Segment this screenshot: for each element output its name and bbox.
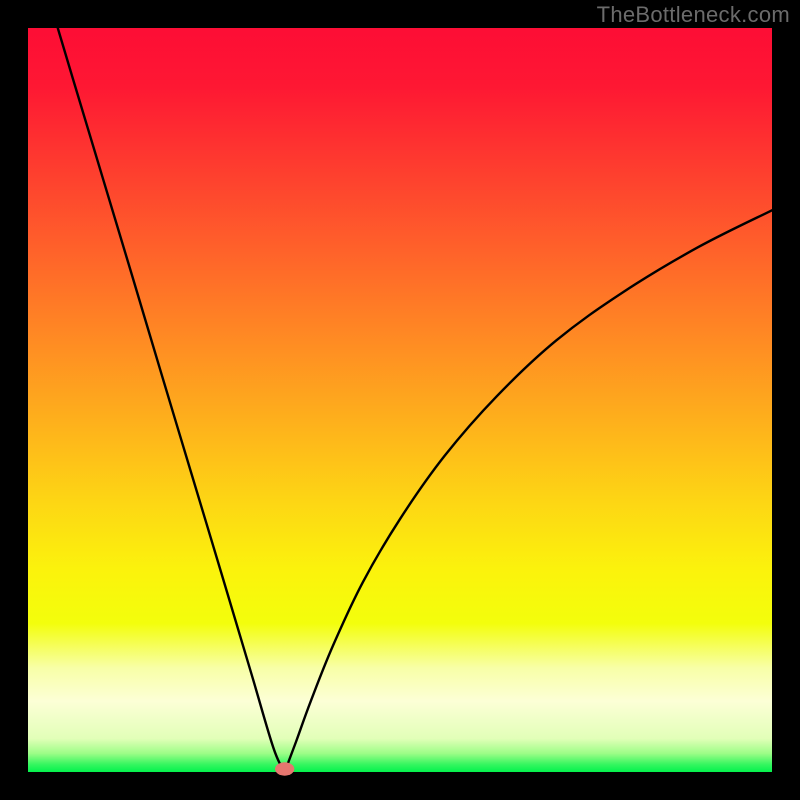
chart-background (28, 28, 772, 772)
bottleneck-chart (0, 0, 800, 800)
watermark-text: TheBottleneck.com (597, 2, 790, 28)
minimum-marker (275, 762, 294, 775)
